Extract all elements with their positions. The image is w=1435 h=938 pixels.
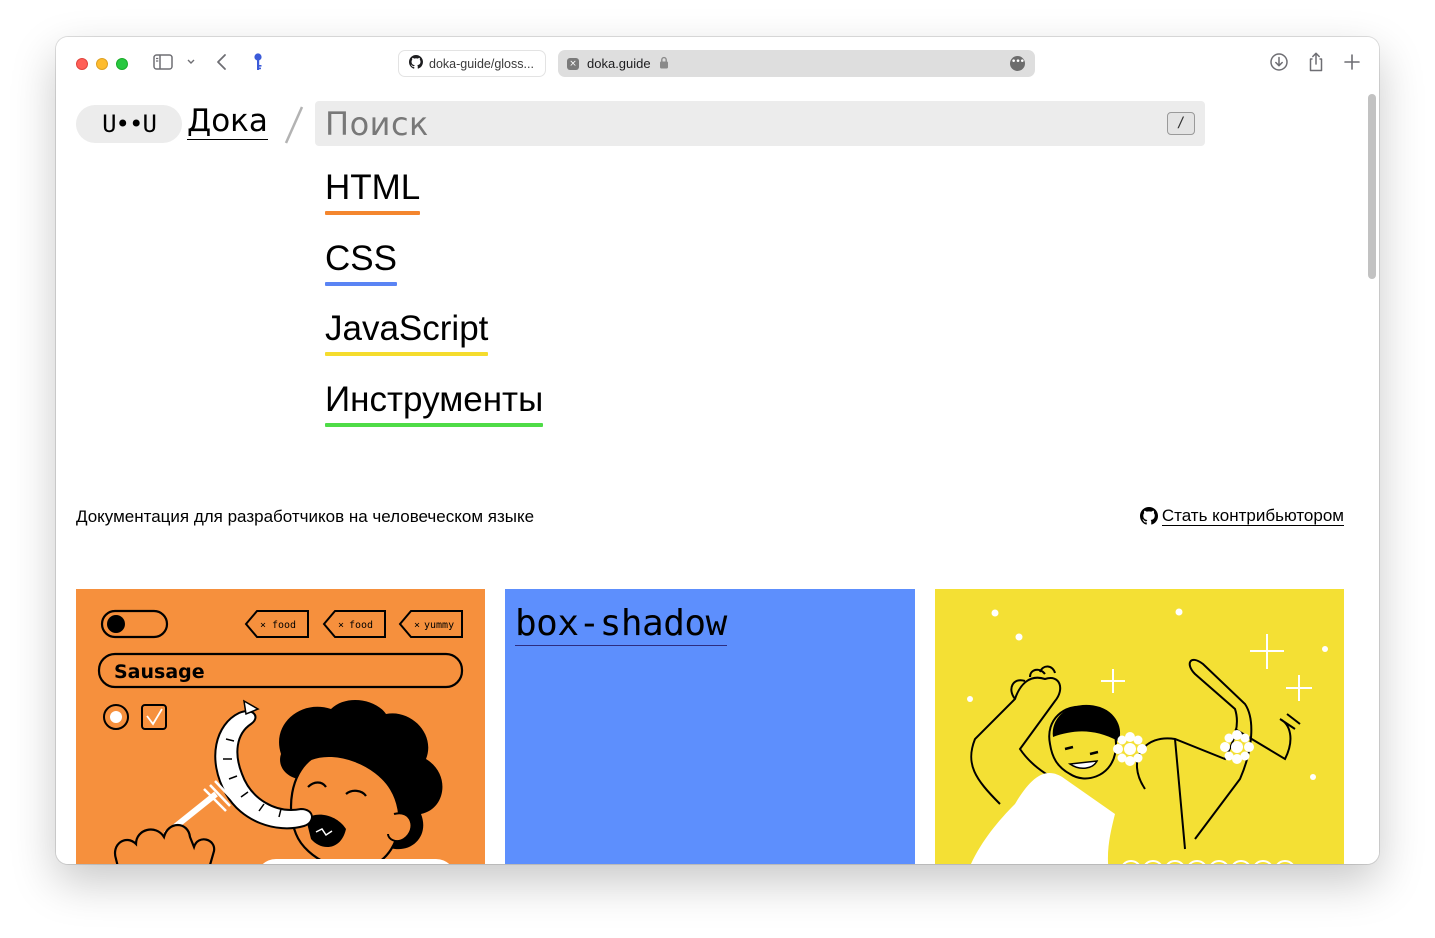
nav-item-label: Инструменты [325, 380, 544, 419]
nav-item-javascript[interactable]: JavaScript [325, 308, 489, 356]
nav-item-label: JavaScript [325, 309, 489, 348]
svg-text:×: × [338, 620, 344, 631]
contribute-link[interactable]: Стать контрибьютором [1139, 506, 1344, 526]
tab-title: doka-guide/gloss... [429, 56, 534, 71]
site-tagline: Документация для разработчиков на челове… [76, 507, 535, 526]
browser-toolbar: doka-guide/gloss... × doka.guide ••• [56, 37, 1379, 91]
scrollbar[interactable] [1368, 94, 1376, 279]
nav-item-label: CSS [325, 239, 397, 278]
tab-doka-guide-active[interactable]: × doka.guide ••• [558, 50, 1035, 77]
browser-window: doka-guide/gloss... × doka.guide ••• U••… [56, 37, 1379, 864]
downloads-icon[interactable] [1269, 51, 1289, 73]
search-placeholder: Поиск [325, 104, 429, 143]
nav-underline [325, 352, 489, 356]
close-icon[interactable]: × [567, 57, 579, 70]
nav-underline [325, 282, 397, 286]
card-title: box-shadow [515, 603, 727, 646]
share-icon[interactable] [1306, 51, 1326, 73]
tag-label: food [349, 620, 373, 631]
github-icon [409, 54, 423, 73]
new-tab-icon[interactable] [1343, 51, 1361, 73]
svg-text:×: × [260, 620, 266, 631]
github-icon [1139, 507, 1158, 525]
logo-home-link[interactable]: Дока [187, 103, 268, 140]
svg-text:×: × [414, 620, 420, 631]
tag-label: food [272, 620, 296, 631]
article-card-yellow[interactable] [935, 589, 1344, 864]
zoom-window-button[interactable] [116, 58, 128, 70]
nav-item-css[interactable]: CSS [325, 238, 397, 286]
search-input[interactable]: Поиск / [315, 101, 1205, 146]
search-shortcut-key: / [1167, 112, 1195, 135]
close-window-button[interactable] [76, 58, 88, 70]
logo-mark[interactable]: U••U [76, 105, 182, 143]
tag-label: yummy [424, 620, 454, 631]
tab-doka-guide-github[interactable]: doka-guide/gloss... [398, 50, 546, 77]
contribute-link-label: Стать контрибьютором [1161, 506, 1344, 526]
nav-item-tools[interactable]: Инструменты [325, 379, 544, 427]
more-options-icon[interactable]: ••• [1010, 56, 1025, 71]
password-key-icon[interactable] [251, 51, 265, 73]
article-card-orange[interactable]: × food × food × yummy Sausage [76, 589, 485, 864]
breadcrumb-slash-icon [284, 106, 304, 144]
nav-underline [325, 211, 421, 215]
chevron-down-icon[interactable] [185, 51, 197, 73]
page-content: U••U Дока Поиск / HTML CSS JavaScript Ин… [56, 91, 1379, 864]
nav-item-html[interactable]: HTML [325, 167, 421, 215]
sidebar-toggle-icon[interactable] [152, 51, 174, 73]
minimize-window-button[interactable] [96, 58, 108, 70]
lock-icon [659, 54, 669, 73]
nav-underline [325, 423, 544, 427]
dancer-illustration [967, 608, 1328, 864]
tab-title: doka.guide [587, 56, 651, 71]
back-button[interactable] [214, 51, 230, 73]
article-card-box-shadow[interactable]: box-shadow [505, 589, 915, 864]
nav-item-label: HTML [325, 168, 421, 207]
sausage-illustration: × food × food × yummy Sausage [97, 609, 464, 864]
illustration-input-text: Sausage [114, 661, 205, 683]
